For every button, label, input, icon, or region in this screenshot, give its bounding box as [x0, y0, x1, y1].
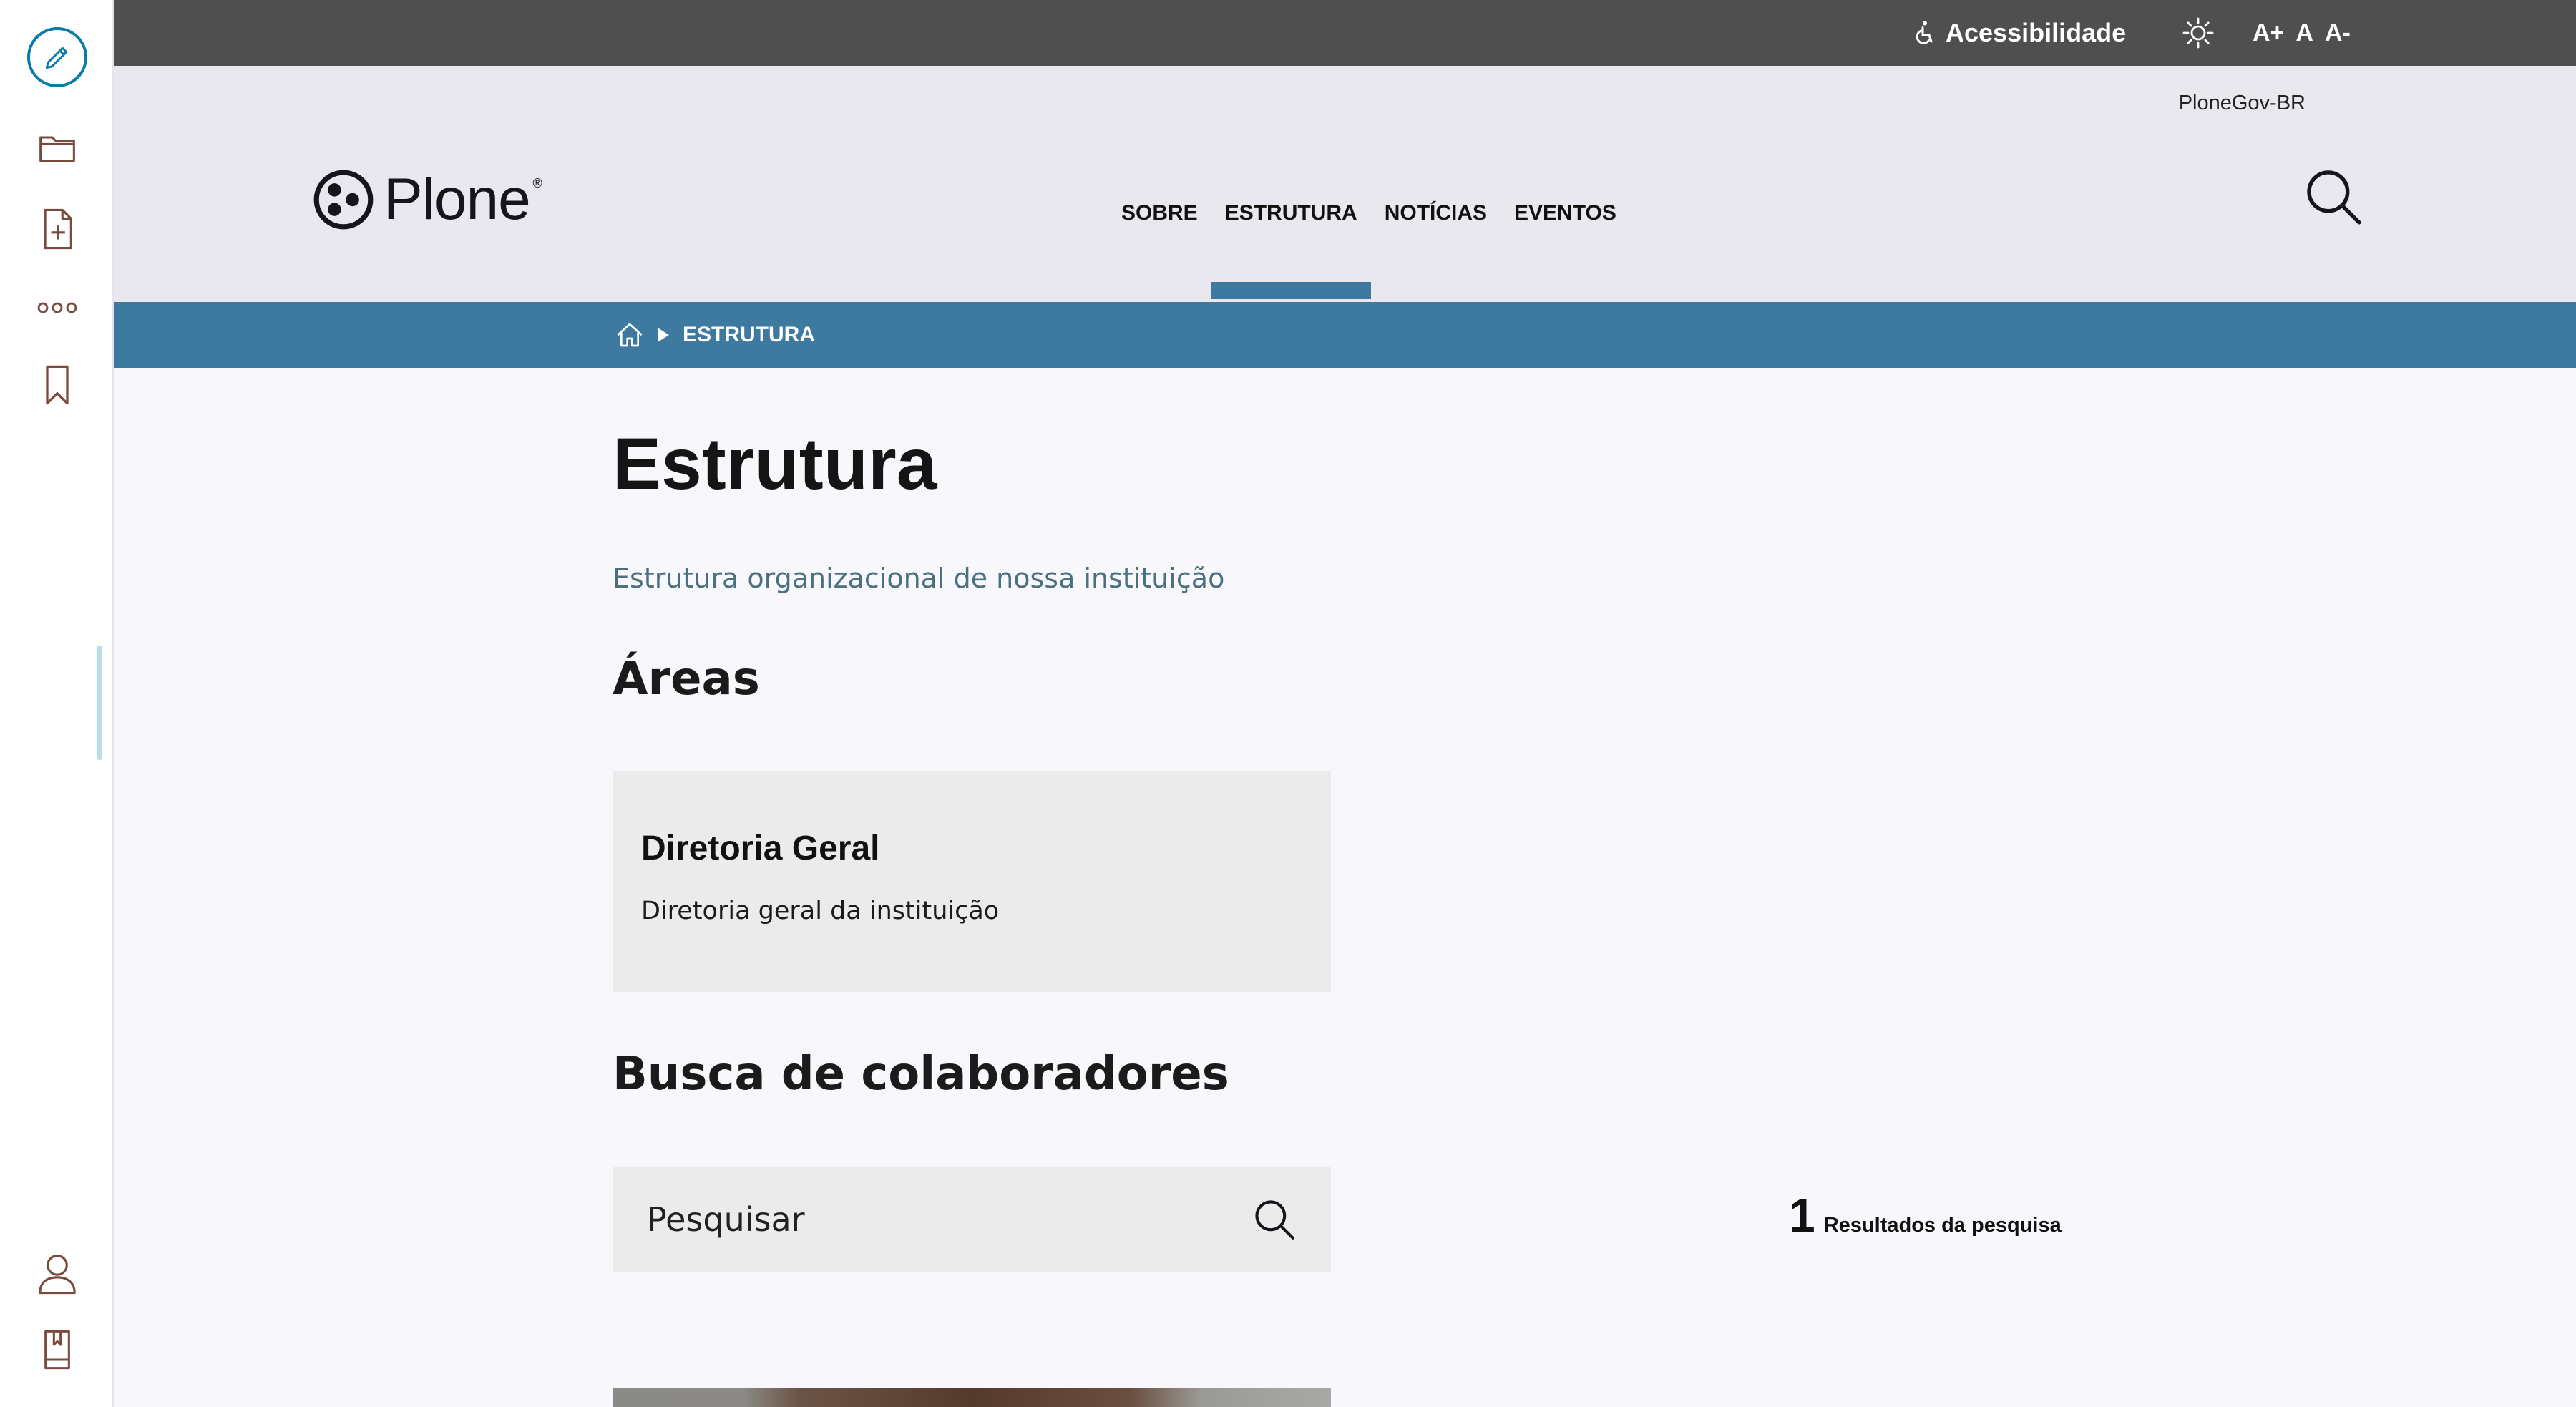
search-icon [2307, 170, 2361, 225]
contrast-toggle[interactable] [2181, 16, 2215, 53]
site-logo[interactable]: Plone ® [313, 166, 542, 233]
font-decrease-button[interactable]: A- [2325, 19, 2351, 47]
area-card-title[interactable]: Diretoria Geral [641, 829, 1302, 868]
add-document-icon [44, 208, 72, 250]
folder-icon [39, 136, 75, 162]
accessibility-link[interactable]: Acessibilidade [1914, 16, 2126, 50]
search-icon[interactable] [1252, 1197, 1297, 1242]
accessibility-label: Acessibilidade [1946, 18, 2127, 47]
user-icon [39, 1255, 76, 1295]
collaborator-photo[interactable] [613, 1388, 1331, 1407]
areas-heading: Áreas [613, 653, 760, 706]
results-number: 1 [1789, 1189, 1815, 1242]
collaborator-search-heading: Busca de colaboradores [613, 1048, 1229, 1101]
add-button[interactable] [26, 198, 89, 261]
book-icon [44, 1330, 70, 1370]
logo-text: Plone ® [384, 167, 542, 232]
personal-tools-button[interactable] [26, 1242, 89, 1305]
collaborator-search-box [613, 1167, 1331, 1272]
top-bar: Acessibilidade A+ A A- [114, 0, 2576, 66]
font-increase-button[interactable]: A+ [2253, 19, 2284, 47]
site-name-link[interactable]: PloneGov-BR [2179, 92, 2306, 115]
more-button[interactable] [26, 276, 89, 339]
edit-button[interactable] [26, 26, 89, 89]
site-header: PloneGov-BR Plone ® SOBRE ESTRUTURA NOTÍC… [114, 66, 2576, 302]
page-description: Estrutura organizacional de nossa instit… [613, 563, 1225, 594]
collaborator-search-input[interactable] [647, 1200, 1252, 1239]
edit-icon [27, 27, 87, 87]
nav-item-estrutura[interactable]: ESTRUTURA [1211, 192, 1371, 299]
breadcrumb-separator-icon [658, 328, 669, 342]
results-label: Resultados da pesquisa [1823, 1214, 2062, 1237]
breadcrumb: ESTRUTURA [114, 302, 2576, 368]
area-card-description: Diretoria geral da instituição [641, 897, 1000, 925]
nav-item-sobre[interactable]: SOBRE [1108, 192, 1211, 235]
bookmark-icon [46, 365, 69, 405]
nav-item-noticias[interactable]: NOTÍCIAS [1371, 192, 1501, 235]
home-icon[interactable] [615, 321, 644, 349]
accessibility-icon [1916, 21, 1933, 44]
more-icon [37, 302, 77, 313]
page-title: Estrutura [613, 423, 937, 505]
nav-item-eventos[interactable]: EVENTOS [1501, 192, 1630, 235]
search-results-count: 1 Resultados da pesquisa [1789, 1188, 2062, 1242]
main-navigation: SOBRE ESTRUTURA NOTÍCIAS EVENTOS [1108, 192, 1630, 299]
font-default-button[interactable]: A [2296, 19, 2313, 47]
contents-button[interactable] [26, 116, 89, 179]
area-card[interactable]: Diretoria Geral Diretoria geral da insti… [613, 771, 1331, 992]
edit-toolbar [0, 0, 114, 1407]
breadcrumb-current[interactable]: ESTRUTURA [683, 323, 815, 347]
toolbar-scrollbar[interactable] [97, 646, 102, 760]
sun-icon [2182, 17, 2214, 49]
font-size-controls: A+ A A- [2253, 16, 2351, 50]
header-search-button[interactable] [2303, 166, 2364, 230]
guide-button[interactable] [26, 1318, 89, 1381]
plone-logo-icon [313, 170, 374, 230]
registered-mark: ® [532, 176, 542, 190]
bookmark-button[interactable] [26, 354, 89, 417]
